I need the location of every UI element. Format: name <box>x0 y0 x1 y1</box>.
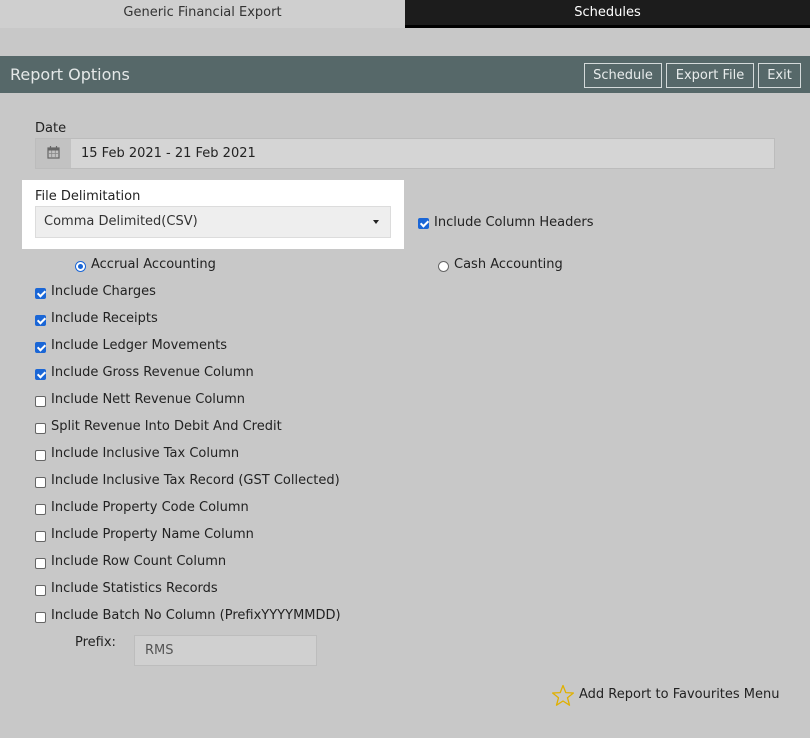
calendar-button[interactable] <box>36 139 71 168</box>
include-statistics-records-checkbox[interactable] <box>35 585 46 596</box>
file-delimitation-value: Comma Delimited(CSV) <box>44 214 198 229</box>
include-inclusive-tax-column-checkbox[interactable] <box>35 450 46 461</box>
include-batch-no-label: Include Batch No Column (PrefixYYYYMMDD) <box>51 608 341 623</box>
include-row-count-label: Include Row Count Column <box>51 554 227 569</box>
include-receipts-label: Include Receipts <box>51 311 158 326</box>
include-charges-label: Include Charges <box>51 284 156 299</box>
include-row-count-checkbox[interactable] <box>35 558 46 569</box>
cash-accounting-radio[interactable] <box>438 261 449 272</box>
include-batch-no-checkbox[interactable] <box>35 612 46 623</box>
include-property-code-label: Include Property Code Column <box>51 500 249 515</box>
calendar-icon <box>47 146 60 159</box>
include-property-name-label: Include Property Name Column <box>51 527 254 542</box>
include-column-headers-label: Include Column Headers <box>434 215 594 230</box>
include-ledger-movements-label: Include Ledger Movements <box>51 338 228 353</box>
include-nett-revenue-label: Include Nett Revenue Column <box>51 392 246 407</box>
split-revenue-label: Split Revenue Into Debit And Credit <box>51 419 282 434</box>
date-label: Date <box>35 121 67 136</box>
report-options-header: Report Options Schedule Export File Exit <box>0 56 810 93</box>
prefix-value: RMS <box>145 643 174 658</box>
include-column-headers-checkbox[interactable] <box>418 218 429 229</box>
include-charges-checkbox[interactable] <box>35 288 46 299</box>
tab-bar: Generic Financial Export Schedules <box>0 0 810 28</box>
accrual-accounting-label: Accrual Accounting <box>91 257 216 272</box>
date-range-value: 15 Feb 2021 - 21 Feb 2021 <box>81 146 256 161</box>
include-statistics-records-label: Include Statistics Records <box>51 581 218 596</box>
split-revenue-checkbox[interactable] <box>35 423 46 434</box>
include-gross-revenue-label: Include Gross Revenue Column <box>51 365 254 380</box>
page-title: Report Options <box>10 65 130 84</box>
prefix-input[interactable]: RMS <box>134 635 317 666</box>
tab-schedules[interactable]: Schedules <box>405 0 810 28</box>
include-gross-revenue-checkbox[interactable] <box>35 369 46 380</box>
include-receipts-checkbox[interactable] <box>35 315 46 326</box>
file-delimitation-label: File Delimitation <box>35 189 141 204</box>
file-delimitation-select[interactable]: Comma Delimited(CSV) <box>35 206 391 238</box>
prefix-label: Prefix: <box>75 635 116 650</box>
include-inclusive-tax-record-checkbox[interactable] <box>35 477 46 488</box>
include-inclusive-tax-record-label: Include Inclusive Tax Record (GST Collec… <box>51 473 340 488</box>
date-range-field[interactable]: 15 Feb 2021 - 21 Feb 2021 <box>35 138 775 169</box>
include-inclusive-tax-column-label: Include Inclusive Tax Column <box>51 446 240 461</box>
exit-button[interactable]: Exit <box>758 63 801 88</box>
include-property-code-checkbox[interactable] <box>35 504 46 515</box>
chevron-down-icon <box>373 220 379 224</box>
schedule-button[interactable]: Schedule <box>584 63 662 88</box>
add-to-favourites-label: Add Report to Favourites Menu <box>579 687 780 702</box>
include-nett-revenue-checkbox[interactable] <box>35 396 46 407</box>
include-ledger-movements-checkbox[interactable] <box>35 342 46 353</box>
star-icon <box>551 684 575 706</box>
include-property-name-checkbox[interactable] <box>35 531 46 542</box>
export-file-button[interactable]: Export File <box>666 63 754 88</box>
cash-accounting-label: Cash Accounting <box>454 257 563 272</box>
file-delimitation-panel: File Delimitation Comma Delimited(CSV) <box>22 180 404 249</box>
tab-generic-financial-export[interactable]: Generic Financial Export <box>0 0 405 28</box>
accrual-accounting-radio[interactable] <box>75 261 86 272</box>
